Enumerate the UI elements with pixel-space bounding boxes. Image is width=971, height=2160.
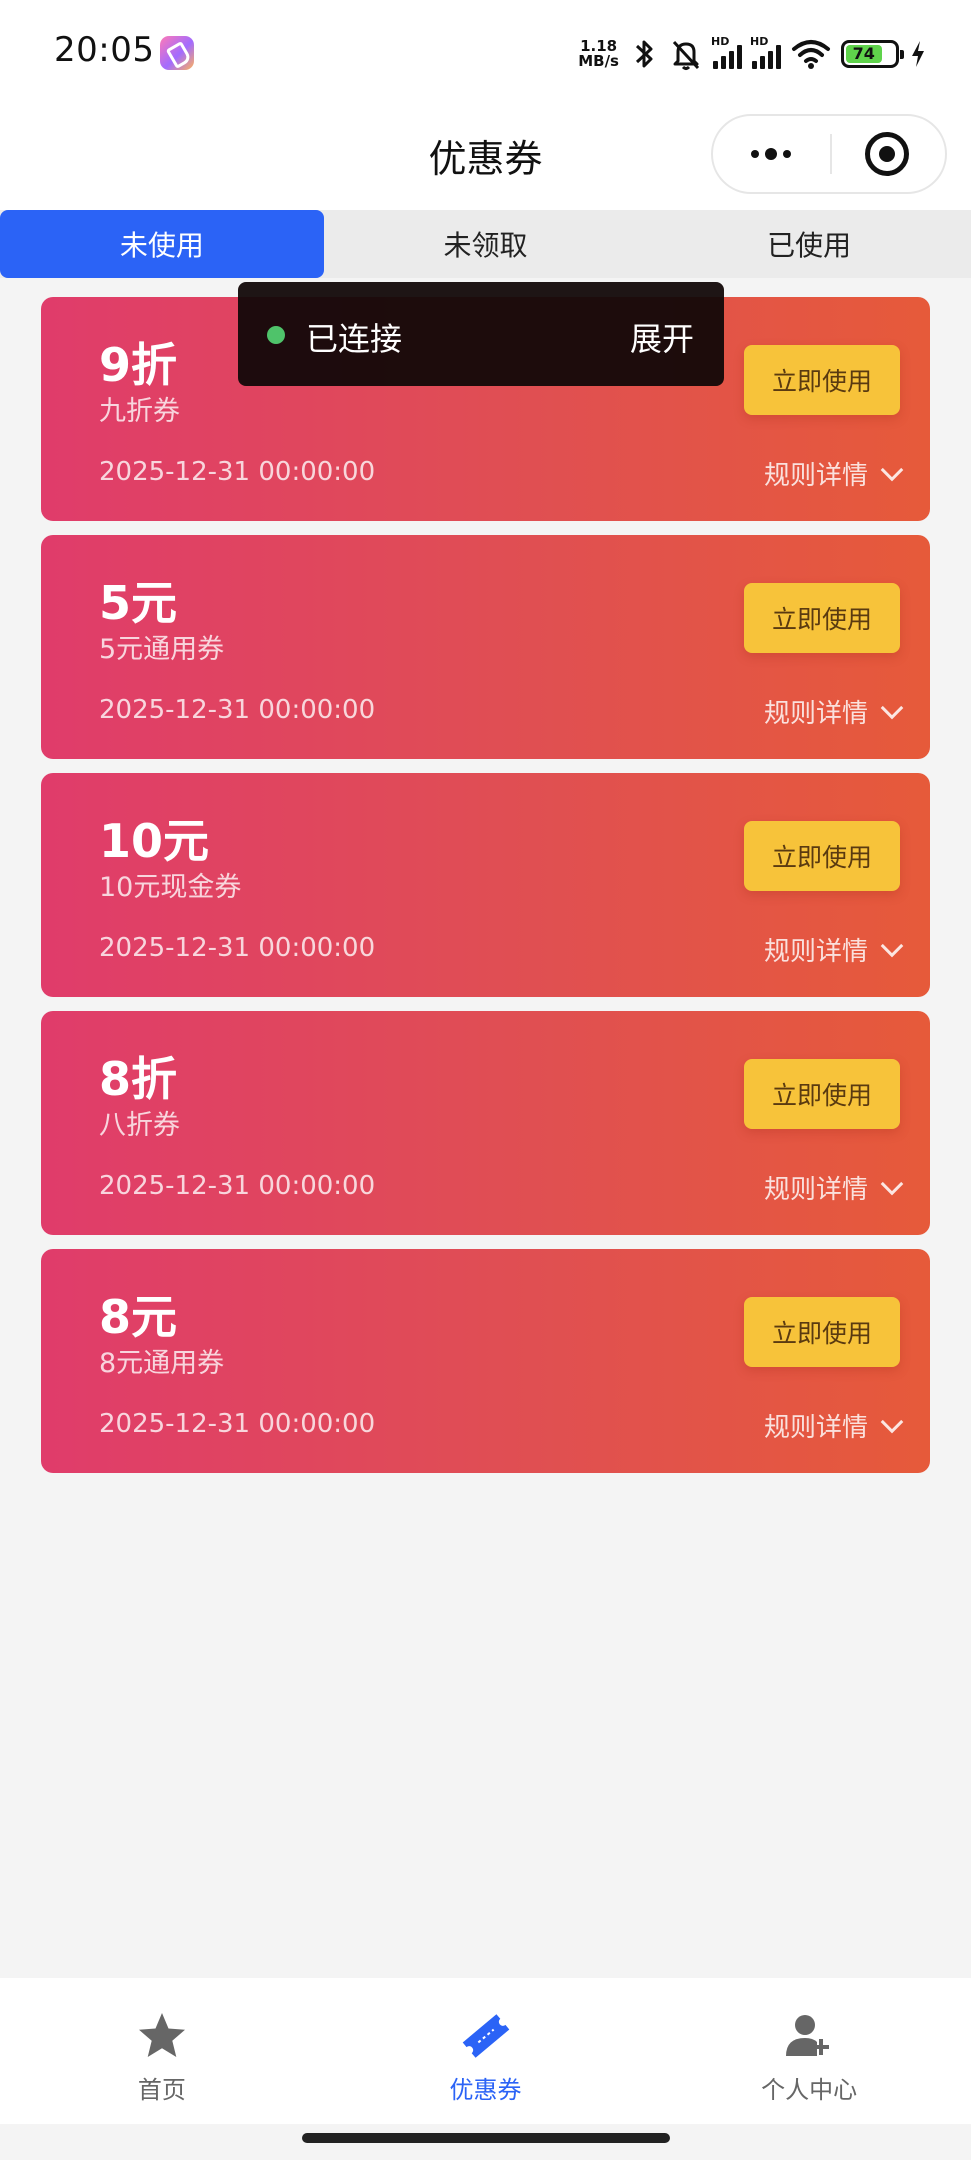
mute-bell-icon [672, 40, 700, 70]
chevron-down-icon [880, 1172, 904, 1195]
use-now-button[interactable]: 立即使用 [744, 821, 900, 891]
rule-details-label: 规则详情 [763, 937, 868, 967]
bluetooth-icon [635, 40, 653, 68]
home-indicator[interactable] [302, 2133, 670, 2143]
coupon-expiry: 2025-12-31 00:00:00 [99, 457, 376, 487]
coupon-subtitle: 八折券 [99, 1110, 180, 1141]
signal-hd-label: HD [750, 35, 769, 48]
tab-used[interactable]: 已使用 [647, 210, 971, 278]
rule-details-toggle[interactable]: 规则详情 [763, 1169, 904, 1206]
rule-details-label: 规则详情 [763, 461, 868, 491]
rule-details-toggle[interactable]: 规则详情 [763, 693, 904, 730]
connection-toast: 已连接 展开 [238, 282, 724, 386]
coupon-subtitle: 8元通用券 [99, 1348, 225, 1379]
use-now-button[interactable]: 立即使用 [744, 583, 900, 653]
coupon-card: 8元 8元通用券 2025-12-31 00:00:00 立即使用 规则详情 [41, 1249, 930, 1473]
app-icon [160, 36, 194, 70]
coupon-title: 9折 [99, 338, 178, 392]
wifi-icon [792, 40, 830, 69]
rule-details-toggle[interactable]: 规则详情 [763, 1407, 904, 1444]
charging-icon [912, 41, 924, 67]
connection-status: 已连接 [306, 320, 403, 358]
ticket-icon [458, 2008, 514, 2064]
coupon-subtitle: 5元通用券 [99, 634, 225, 665]
status-bar: 20:05 1.18 MB/s HD HD 74 [0, 0, 971, 106]
coupon-subtitle: 10元现金券 [99, 872, 242, 903]
capsule-divider [830, 134, 832, 174]
coupon-card: 10元 10元现金券 2025-12-31 00:00:00 立即使用 规则详情 [41, 773, 930, 997]
rule-details-toggle[interactable]: 规则详情 [763, 455, 904, 492]
status-icons: 1.18 MB/s HD HD 74 [578, 34, 927, 74]
tabbar-item-home[interactable]: 首页 [0, 1978, 324, 2124]
coupon-expiry: 2025-12-31 00:00:00 [99, 695, 376, 725]
tabbar-item-coupons[interactable]: 优惠券 [324, 1978, 648, 2124]
use-now-button[interactable]: 立即使用 [744, 1297, 900, 1367]
signal-hd-label: HD [711, 35, 730, 48]
close-target-icon[interactable] [865, 132, 909, 176]
rule-details-label: 规则详情 [763, 699, 868, 729]
coupon-status-tabs: 未使用 未领取 已使用 [0, 210, 971, 278]
battery-icon: 74 [841, 40, 904, 68]
expand-button[interactable]: 展开 [630, 314, 694, 360]
network-speed: 1.18 MB/s [578, 39, 619, 69]
tabbar-label-coupons: 优惠券 [449, 2076, 522, 2104]
tab-unclaimed[interactable]: 未领取 [324, 210, 648, 278]
coupon-title: 10元 [99, 814, 210, 868]
tab-unused[interactable]: 未使用 [0, 210, 324, 278]
coupon-expiry: 2025-12-31 00:00:00 [99, 933, 376, 963]
use-now-button[interactable]: 立即使用 [744, 1059, 900, 1129]
coupon-title: 8折 [99, 1052, 178, 1106]
person-add-icon [781, 2008, 837, 2064]
nav-bar: 优惠券 [0, 106, 971, 210]
coupon-page: 20:05 1.18 MB/s HD HD 74 优惠券 未使用 未领取 已使用… [0, 0, 971, 2160]
tabbar-item-profile[interactable]: 个人中心 [647, 1978, 971, 2124]
mini-program-capsule [711, 114, 947, 194]
status-time: 20:05 [54, 30, 155, 70]
more-dots-icon [751, 150, 759, 158]
battery-level: 74 [846, 45, 882, 63]
chevron-down-icon [880, 696, 904, 719]
more-button[interactable] [713, 116, 829, 192]
coupon-expiry: 2025-12-31 00:00:00 [99, 1409, 376, 1439]
rule-details-label: 规则详情 [763, 1413, 868, 1443]
chevron-down-icon [880, 934, 904, 957]
coupon-card: 5元 5元通用券 2025-12-31 00:00:00 立即使用 规则详情 [41, 535, 930, 759]
chevron-down-icon [880, 458, 904, 481]
use-now-button[interactable]: 立即使用 [744, 345, 900, 415]
coupon-title: 8元 [99, 1290, 178, 1344]
coupon-list: 9折 九折券 2025-12-31 00:00:00 立即使用 规则详情 5元 … [41, 297, 930, 1487]
network-speed-unit: MB/s [578, 52, 619, 70]
tabbar-label-profile: 个人中心 [761, 2076, 858, 2104]
star-icon [134, 2008, 190, 2064]
coupon-subtitle: 九折券 [99, 396, 180, 427]
connected-dot-icon [267, 326, 285, 344]
signal-icon: HD [711, 35, 742, 69]
signal-icon: HD [750, 35, 781, 69]
coupon-title: 5元 [99, 576, 178, 630]
coupon-card: 8折 八折券 2025-12-31 00:00:00 立即使用 规则详情 [41, 1011, 930, 1235]
bottom-tab-bar: 首页 优惠券 个人中心 [0, 1978, 971, 2124]
tabbar-label-home: 首页 [137, 2076, 186, 2104]
coupon-expiry: 2025-12-31 00:00:00 [99, 1171, 376, 1201]
rule-details-label: 规则详情 [763, 1175, 868, 1205]
chevron-down-icon [880, 1410, 904, 1433]
rule-details-toggle[interactable]: 规则详情 [763, 931, 904, 968]
